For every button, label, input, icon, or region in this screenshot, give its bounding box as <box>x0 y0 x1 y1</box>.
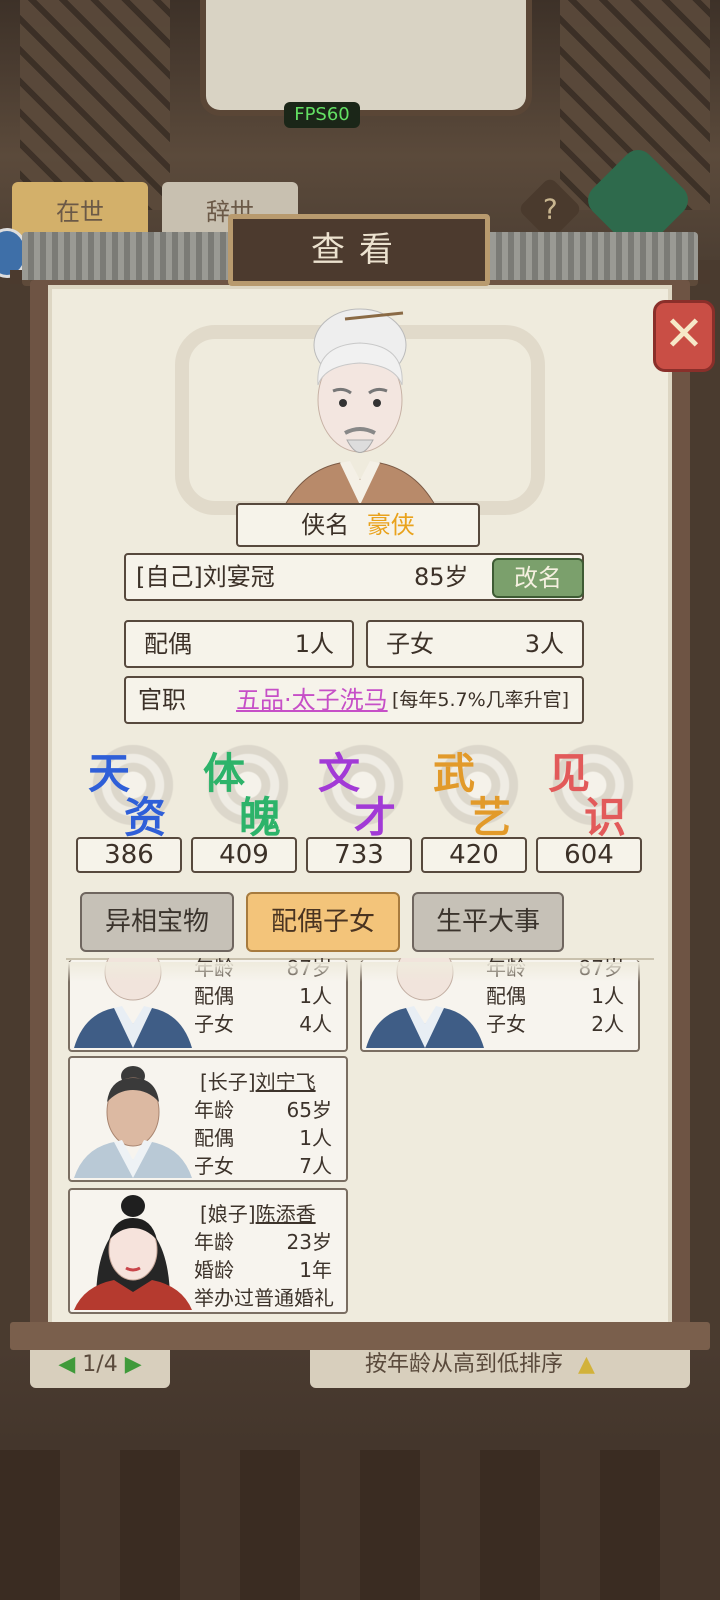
wedding-note: 举办过普通婚礼 <box>194 1286 334 1310</box>
attribute-martial: 武 艺 <box>425 740 523 842</box>
relative-name-link[interactable]: 陈添香 <box>256 1202 316 1226</box>
sort-label: 按年龄从高到低排序 <box>365 1352 564 1377</box>
attribute-char-2: 艺 <box>469 793 512 842</box>
sort-triangle-icon: ▲ <box>578 1352 595 1377</box>
character-name: [自己]刘宴冠 <box>136 563 275 591</box>
background-floor <box>0 1450 720 1600</box>
painting-window <box>200 0 532 116</box>
card-value: 65岁 <box>286 1098 332 1122</box>
card-label: 配偶 <box>486 984 526 1008</box>
card-label: 子女 <box>194 1012 234 1036</box>
office-link[interactable]: 五品·太子洗马 <box>236 678 388 722</box>
card-label: 年龄 <box>194 1230 234 1254</box>
lattice-window-left <box>20 0 170 210</box>
next-page-icon[interactable]: ▶ <box>125 1352 142 1377</box>
card-value: 1人 <box>299 984 332 1008</box>
spouse-value: 1人 <box>294 630 334 658</box>
panel-bottom-trim <box>10 1322 710 1350</box>
card-label: 子女 <box>194 1154 234 1178</box>
son-portrait <box>74 1066 192 1178</box>
card-label: 子女 <box>486 1012 526 1036</box>
relation-label: [长子] <box>200 1070 256 1094</box>
nickname-label: 侠名 <box>301 511 350 539</box>
card-label: 配偶 <box>194 1126 234 1150</box>
martial-value: 420 <box>421 837 527 873</box>
fps-counter: FPS60 <box>284 102 360 128</box>
card-value: 1年 <box>299 1258 332 1282</box>
card-value: 1人 <box>299 1126 332 1150</box>
prev-page-icon[interactable]: ◀ <box>58 1352 75 1377</box>
office-label: 官职 <box>138 686 186 714</box>
list-fade <box>66 962 656 982</box>
card-value: 2人 <box>591 1012 624 1036</box>
close-icon[interactable]: ✕ <box>653 300 715 372</box>
wife-portrait <box>74 1195 192 1310</box>
tab-family[interactable]: 配偶子女 <box>246 892 400 952</box>
children-label: 子女 <box>386 630 434 658</box>
spouse-row: 配偶 1人 <box>124 620 354 668</box>
attribute-aptitude: 天 资 <box>80 740 178 842</box>
attribute-literary: 文 才 <box>310 740 408 842</box>
relative-name-link[interactable]: 刘宁飞 <box>256 1070 316 1094</box>
office-row: 官职 五品·太子洗马 [每年5.7%几率升官] <box>124 676 584 724</box>
elder-avatar <box>285 308 435 505</box>
card-label: 婚龄 <box>194 1258 234 1282</box>
nickname-value: 豪侠 <box>366 511 415 539</box>
card-label: 年龄 <box>194 1098 234 1122</box>
character-age: 85岁 <box>414 563 469 591</box>
attribute-char-2: 识 <box>584 793 627 842</box>
knowledge-value: 604 <box>536 837 642 873</box>
card-value: 7人 <box>299 1154 332 1178</box>
promotion-chance: [每年5.7%几率升官] <box>392 689 570 711</box>
attribute-physique: 体 魄 <box>195 740 293 842</box>
relation-label: [娘子] <box>200 1202 256 1226</box>
attribute-knowledge: 见 识 <box>540 740 638 842</box>
nickname-box: 侠名 豪侠 <box>236 503 480 547</box>
card-value: 1人 <box>591 984 624 1008</box>
literary-value: 733 <box>306 837 412 873</box>
page-text: 1/4 <box>82 1352 118 1377</box>
attribute-char-2: 才 <box>354 793 397 842</box>
card-value: 4人 <box>299 1012 332 1036</box>
attribute-char-2: 资 <box>124 793 167 842</box>
rename-button[interactable]: 改名 <box>492 558 584 598</box>
spouse-label: 配偶 <box>144 630 192 658</box>
physique-value: 409 <box>191 837 297 873</box>
card-title: [长子]刘宁飞 <box>200 1066 316 1095</box>
tab-life-events[interactable]: 生平大事 <box>412 892 564 952</box>
family-card[interactable]: [娘子]陈添香 年龄 23岁 婚龄 1年 举办过普通婚礼 <box>68 1188 348 1314</box>
panel-title: 查看 <box>228 214 490 286</box>
card-title: [娘子]陈添香 <box>200 1198 316 1227</box>
aptitude-value: 386 <box>76 837 182 873</box>
children-value: 3人 <box>524 630 564 658</box>
children-row: 子女 3人 <box>366 620 584 668</box>
tab-treasures[interactable]: 异相宝物 <box>80 892 234 952</box>
card-label: 配偶 <box>194 984 234 1008</box>
card-value: 23岁 <box>286 1230 332 1254</box>
attribute-char-2: 魄 <box>239 793 282 842</box>
family-card[interactable]: [长子]刘宁飞 年龄 65岁 配偶 1人 子女 7人 <box>68 1056 348 1182</box>
